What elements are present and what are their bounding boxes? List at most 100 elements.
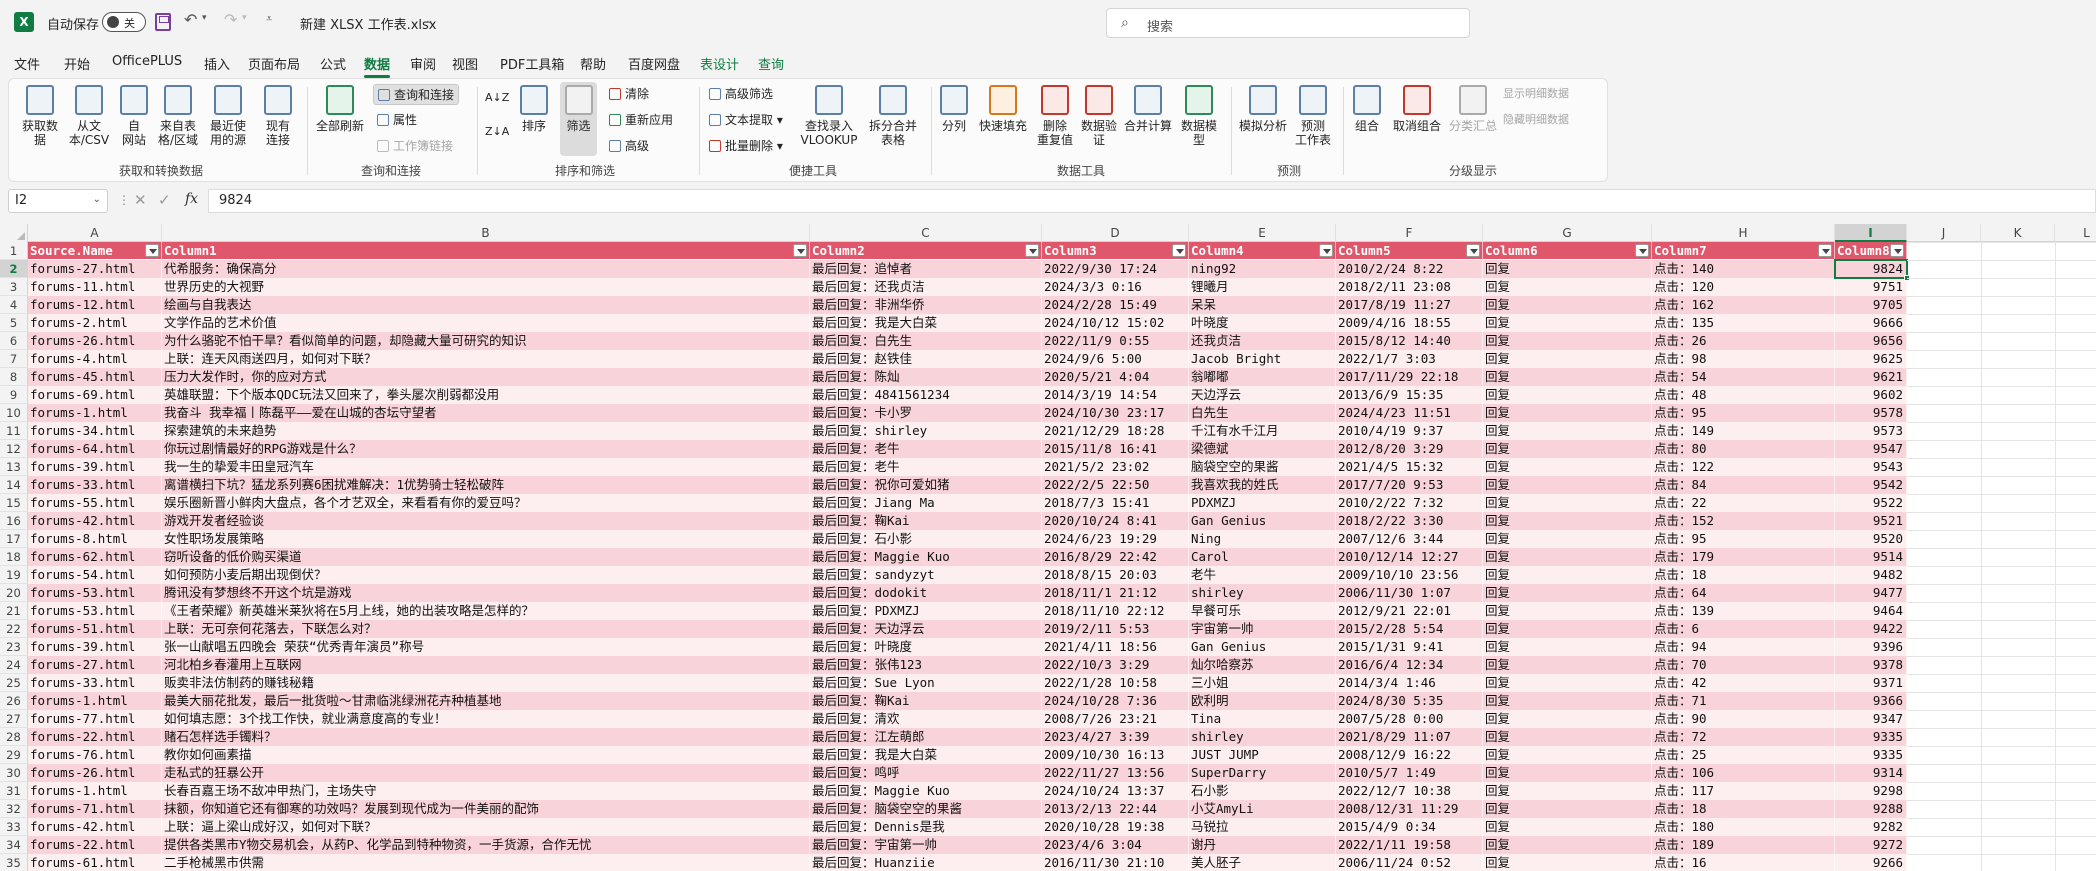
table-cell[interactable]: 回复 — [1483, 818, 1652, 836]
show-detail-button[interactable]: 显示明细数据 — [1503, 85, 1569, 101]
table-cell[interactable]: 2006/11/30 1:07 — [1336, 584, 1483, 602]
table-cell[interactable]: 《王者荣耀》新英雄米莱狄将在5月上线，她的出装攻略是怎样的？ — [162, 602, 810, 620]
table-cell[interactable]: 2022/9/30 17:24 — [1042, 260, 1189, 278]
table-cell[interactable]: 2008/7/26 23:21 — [1042, 710, 1189, 728]
table-cell[interactable]: forums-77.html — [28, 710, 162, 728]
table-cell[interactable]: 9602 — [1835, 386, 1907, 404]
table-cell[interactable]: 2008/12/9 16:22 — [1336, 746, 1483, 764]
table-cell[interactable]: 2024/4/23 11:51 — [1336, 404, 1483, 422]
table-cell[interactable]: forums-39.html — [28, 458, 162, 476]
table-cell[interactable]: 最后回复：江左萌郎 — [810, 728, 1042, 746]
table-header-cell[interactable]: Column8 — [1835, 242, 1907, 260]
table-cell[interactable]: forums-4.html — [28, 350, 162, 368]
column-header-I[interactable]: I — [1835, 224, 1907, 242]
table-cell[interactable]: 回复 — [1483, 476, 1652, 494]
table-cell[interactable]: 点击：135 — [1652, 314, 1835, 332]
table-cell[interactable]: 2022/1/7 3:03 — [1336, 350, 1483, 368]
from-table-button[interactable]: 来自表 格/区域 — [155, 85, 201, 147]
formula-input[interactable]: 9824 — [208, 189, 2096, 213]
filter-button[interactable]: 筛选 — [560, 85, 597, 133]
table-cell[interactable]: 点击：189 — [1652, 836, 1835, 854]
table-cell[interactable]: 2016/11/30 21:10 — [1042, 854, 1189, 871]
table-cell[interactable]: 回复 — [1483, 656, 1652, 674]
filter-dropdown-icon[interactable] — [1172, 244, 1186, 257]
table-cell[interactable]: 2010/2/22 7:32 — [1336, 494, 1483, 512]
table-cell[interactable]: forums-62.html — [28, 548, 162, 566]
table-cell[interactable]: 文学作品的艺术价值 — [162, 314, 810, 332]
row-header[interactable]: 23 — [0, 638, 28, 656]
table-cell[interactable]: 女性职场发展策略 — [162, 530, 810, 548]
tab-1[interactable]: 开始 — [64, 54, 90, 73]
table-cell[interactable]: forums-1.html — [28, 782, 162, 800]
table-cell[interactable]: 翁嘟嘟 — [1189, 368, 1336, 386]
table-cell[interactable]: 2021/5/2 23:02 — [1042, 458, 1189, 476]
customize-toolbar-icon[interactable]: ⩡ — [266, 12, 272, 26]
table-cell[interactable]: 点击：117 — [1652, 782, 1835, 800]
save-icon[interactable] — [155, 13, 171, 31]
table-cell[interactable]: 美人胚子 — [1189, 854, 1336, 871]
table-cell[interactable]: 回复 — [1483, 728, 1652, 746]
table-cell[interactable]: 二手枪械黑市供需 — [162, 854, 810, 871]
table-cell[interactable]: 梁德斌 — [1189, 440, 1336, 458]
table-cell[interactable]: 回复 — [1483, 854, 1652, 871]
row-header[interactable]: 19 — [0, 566, 28, 584]
table-cell[interactable]: 点击：94 — [1652, 638, 1835, 656]
table-cell[interactable]: 最美大丽花批发，最后一批货啦～甘肃临洮绿洲花卉种植基地 — [162, 692, 810, 710]
table-cell[interactable]: 2016/6/4 12:34 — [1336, 656, 1483, 674]
table-cell[interactable]: 最后回复：shirley — [810, 422, 1042, 440]
table-cell[interactable]: 2020/10/28 19:38 — [1042, 818, 1189, 836]
document-title[interactable]: 新建 XLSX 工作表.xlsx — [300, 14, 436, 33]
table-header-cell[interactable]: Column6 — [1483, 242, 1652, 260]
table-cell[interactable]: 回复 — [1483, 386, 1652, 404]
table-cell[interactable]: 2018/2/22 3:30 — [1336, 512, 1483, 530]
table-cell[interactable]: 2021/8/29 11:07 — [1336, 728, 1483, 746]
table-cell[interactable]: 我奋斗 我幸福丨陈磊平——爱在山城的杏坛守望者 — [162, 404, 810, 422]
table-cell[interactable]: 点击：54 — [1652, 368, 1835, 386]
tab-6[interactable]: 数据 — [364, 54, 391, 78]
table-cell[interactable]: 2022/1/28 10:58 — [1042, 674, 1189, 692]
data-model-button[interactable]: 数据模 型 — [1177, 85, 1221, 147]
recent-sources-button[interactable]: 最近使 用的源 — [205, 85, 251, 147]
table-cell[interactable]: 点击：16 — [1652, 854, 1835, 871]
row-header[interactable]: 6 — [0, 332, 28, 350]
table-cell[interactable]: shirley — [1189, 584, 1336, 602]
filter-dropdown-icon[interactable] — [1818, 244, 1832, 257]
tab-2[interactable]: OfficePLUS — [112, 54, 182, 69]
table-cell[interactable]: 点击：18 — [1652, 800, 1835, 818]
table-cell[interactable]: 9751 — [1835, 278, 1907, 296]
table-cell[interactable]: 点击：180 — [1652, 818, 1835, 836]
advanced-filter-button[interactable]: 高级 — [609, 137, 649, 154]
table-cell[interactable]: 最后回复：祝你可爱如猪 — [810, 476, 1042, 494]
table-cell[interactable]: 走私式的狂暴公开 — [162, 764, 810, 782]
table-header-cell[interactable]: Column7 — [1652, 242, 1835, 260]
table-cell[interactable]: forums-42.html — [28, 818, 162, 836]
table-cell[interactable]: 9521 — [1835, 512, 1907, 530]
table-cell[interactable]: forums-54.html — [28, 566, 162, 584]
tab-3[interactable]: 插入 — [204, 54, 230, 73]
table-cell[interactable]: 回复 — [1483, 494, 1652, 512]
table-cell[interactable]: forums-1.html — [28, 692, 162, 710]
table-cell[interactable]: 点击：80 — [1652, 440, 1835, 458]
tab-9[interactable]: PDF工具箱 — [500, 54, 564, 73]
table-cell[interactable]: JUST JUMP — [1189, 746, 1336, 764]
table-cell[interactable]: 最后回复：Dennis是我 — [810, 818, 1042, 836]
select-all-button[interactable] — [0, 224, 28, 242]
table-cell[interactable]: 回复 — [1483, 530, 1652, 548]
table-cell[interactable]: forums-27.html — [28, 260, 162, 278]
table-cell[interactable]: 2024/10/12 15:02 — [1042, 314, 1189, 332]
table-cell[interactable]: 回复 — [1483, 440, 1652, 458]
table-cell[interactable]: 9824 — [1835, 260, 1907, 278]
column-header-D[interactable]: D — [1042, 224, 1189, 242]
table-cell[interactable]: 最后回复：PDXMZJ — [810, 602, 1042, 620]
table-cell[interactable]: 最后回复：非洲华侨 — [810, 296, 1042, 314]
table-cell[interactable]: 最后回复：宇宙第一帅 — [810, 836, 1042, 854]
chevron-down-icon[interactable]: ⌄ — [425, 15, 433, 26]
table-cell[interactable]: 9347 — [1835, 710, 1907, 728]
table-cell[interactable]: forums-1.html — [28, 404, 162, 422]
table-cell[interactable]: Gan Genius — [1189, 512, 1336, 530]
tab-11[interactable]: 百度网盘 — [628, 54, 680, 73]
table-cell[interactable]: 2014/3/19 14:54 — [1042, 386, 1189, 404]
table-cell[interactable]: 2024/3/3 0:16 — [1042, 278, 1189, 296]
table-cell[interactable]: 9578 — [1835, 404, 1907, 422]
table-cell[interactable]: 上联：连天风雨送四月，如何对下联？ — [162, 350, 810, 368]
